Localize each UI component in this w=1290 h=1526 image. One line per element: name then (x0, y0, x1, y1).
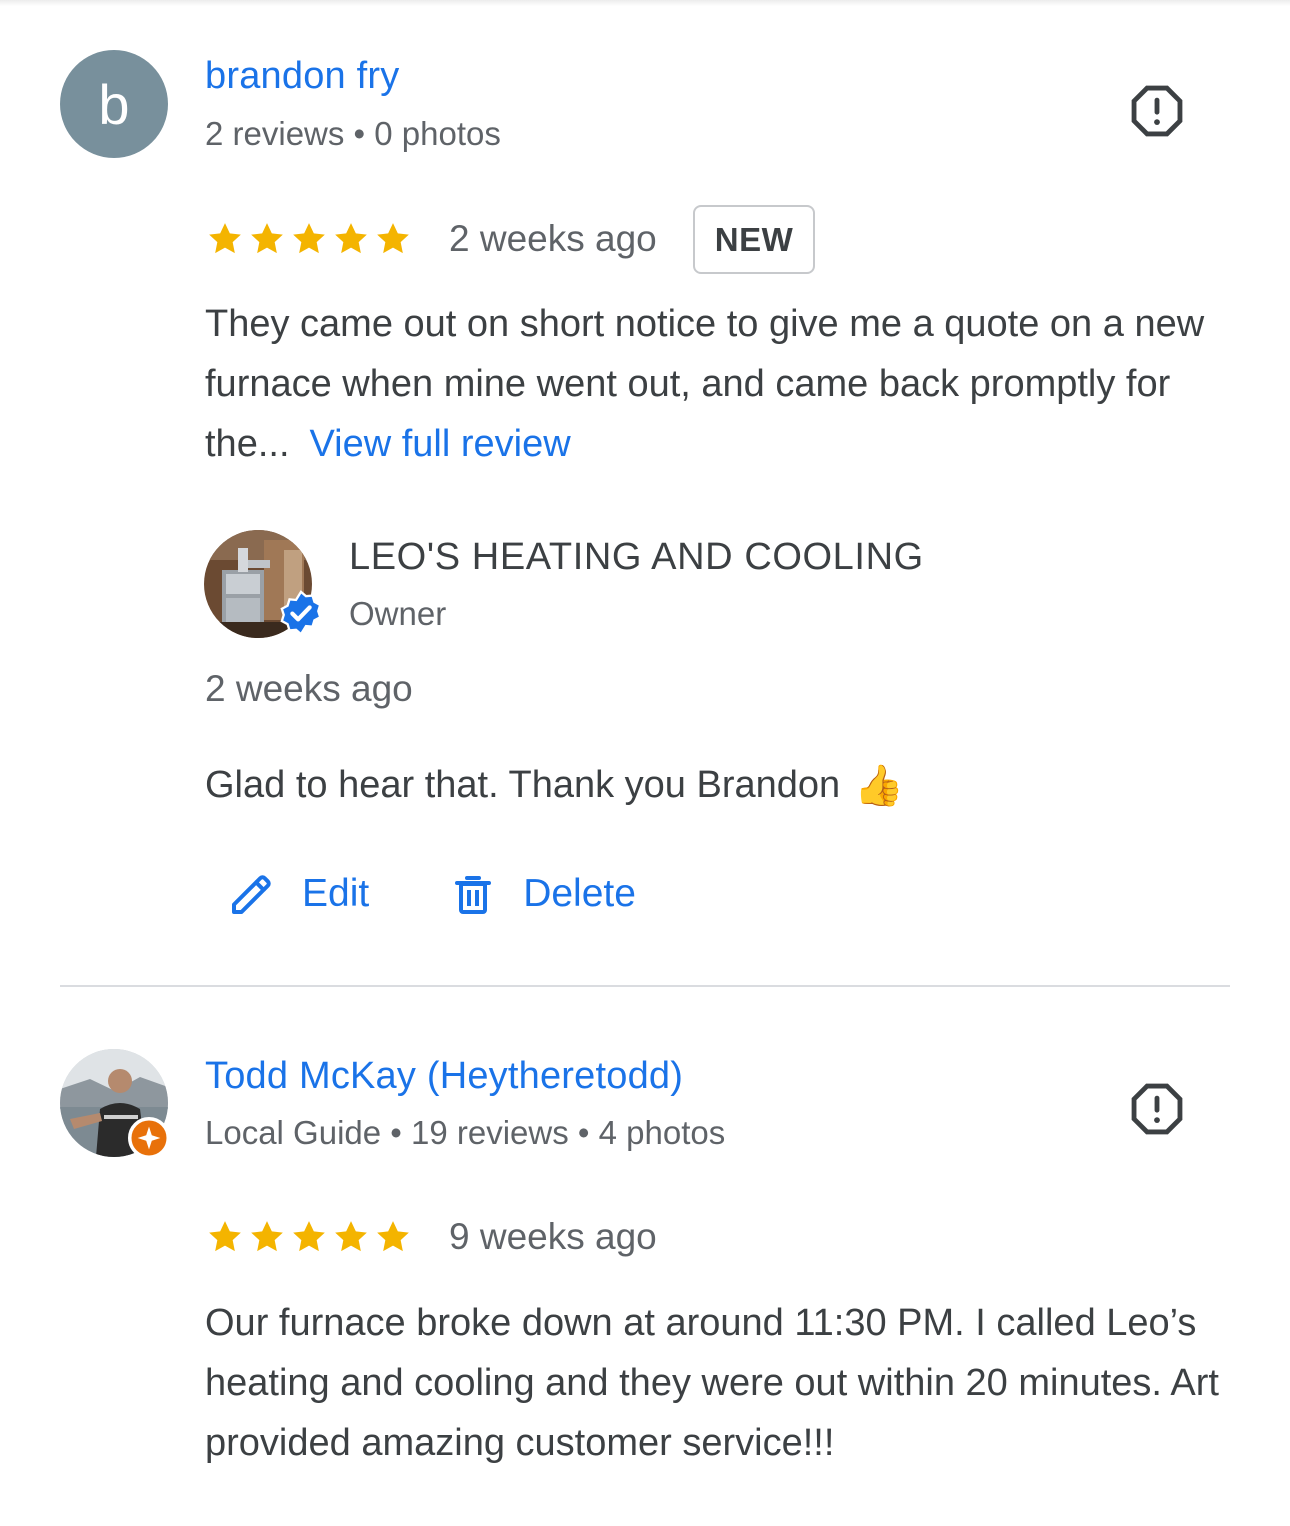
thumbs-up-emoji: 👍 (854, 764, 904, 808)
star-icon (377, 1221, 409, 1252)
local-guide-badge-icon (128, 1117, 170, 1159)
review-card: Todd McKay (Heytheretodd) Local Guide • … (0, 987, 1290, 1526)
reply-time: 2 weeks ago (205, 668, 413, 709)
review-card: b brandon fry 2 reviews • 0 photos 2 wee… (0, 0, 1290, 985)
reply-text-content: Glad to hear that. Thank you Brandon (205, 764, 841, 806)
star-icon (293, 223, 325, 254)
new-badge: NEW (692, 204, 816, 274)
reviewer-meta: Local Guide • 19 reviews • 4 photos (205, 1114, 726, 1151)
view-full-review-link[interactable]: View full review (310, 423, 571, 465)
reviewer-meta: 2 reviews • 0 photos (205, 115, 501, 152)
delete-button[interactable]: Delete (449, 870, 636, 918)
star-icon (251, 1221, 283, 1252)
star-icon (251, 223, 283, 254)
reply-actions: Edit Delete (228, 864, 636, 924)
star-icon (293, 1221, 325, 1252)
pencil-icon (232, 875, 271, 914)
star-icon (335, 1221, 367, 1252)
review-text: Our furnace broke down at around 11:30 P… (205, 1302, 1219, 1464)
reply-text: Glad to hear that. Thank you Brandon 👍 (205, 762, 904, 809)
reviewer-name[interactable]: brandon fry (205, 55, 399, 98)
star-icon (209, 1221, 241, 1252)
reviewer-name[interactable]: Todd McKay (Heytheretodd) (205, 1055, 683, 1098)
star-icon (377, 223, 409, 254)
verified-badge-icon (280, 590, 322, 636)
star-rating (205, 219, 413, 259)
review-text: They came out on short notice to give me… (205, 294, 1245, 474)
rating-row: 2 weeks ago NEW (205, 202, 816, 276)
trash-icon (455, 876, 492, 914)
review-time: 9 weeks ago (449, 1216, 657, 1257)
avatar[interactable]: b (60, 50, 168, 158)
rating-row: 9 weeks ago (205, 1200, 657, 1274)
edit-label: Edit (302, 872, 370, 915)
delete-label: Delete (523, 872, 636, 915)
review-time: 2 weeks ago (449, 218, 657, 259)
report-icon[interactable] (1128, 82, 1186, 140)
star-icon (209, 223, 241, 254)
owner-name: LEO'S HEATING AND COOLING (349, 536, 924, 578)
star-rating (205, 1217, 413, 1257)
star-icon (335, 223, 367, 254)
owner-role: Owner (349, 595, 447, 632)
report-icon[interactable] (1128, 1080, 1186, 1138)
edit-button[interactable]: Edit (228, 870, 369, 918)
